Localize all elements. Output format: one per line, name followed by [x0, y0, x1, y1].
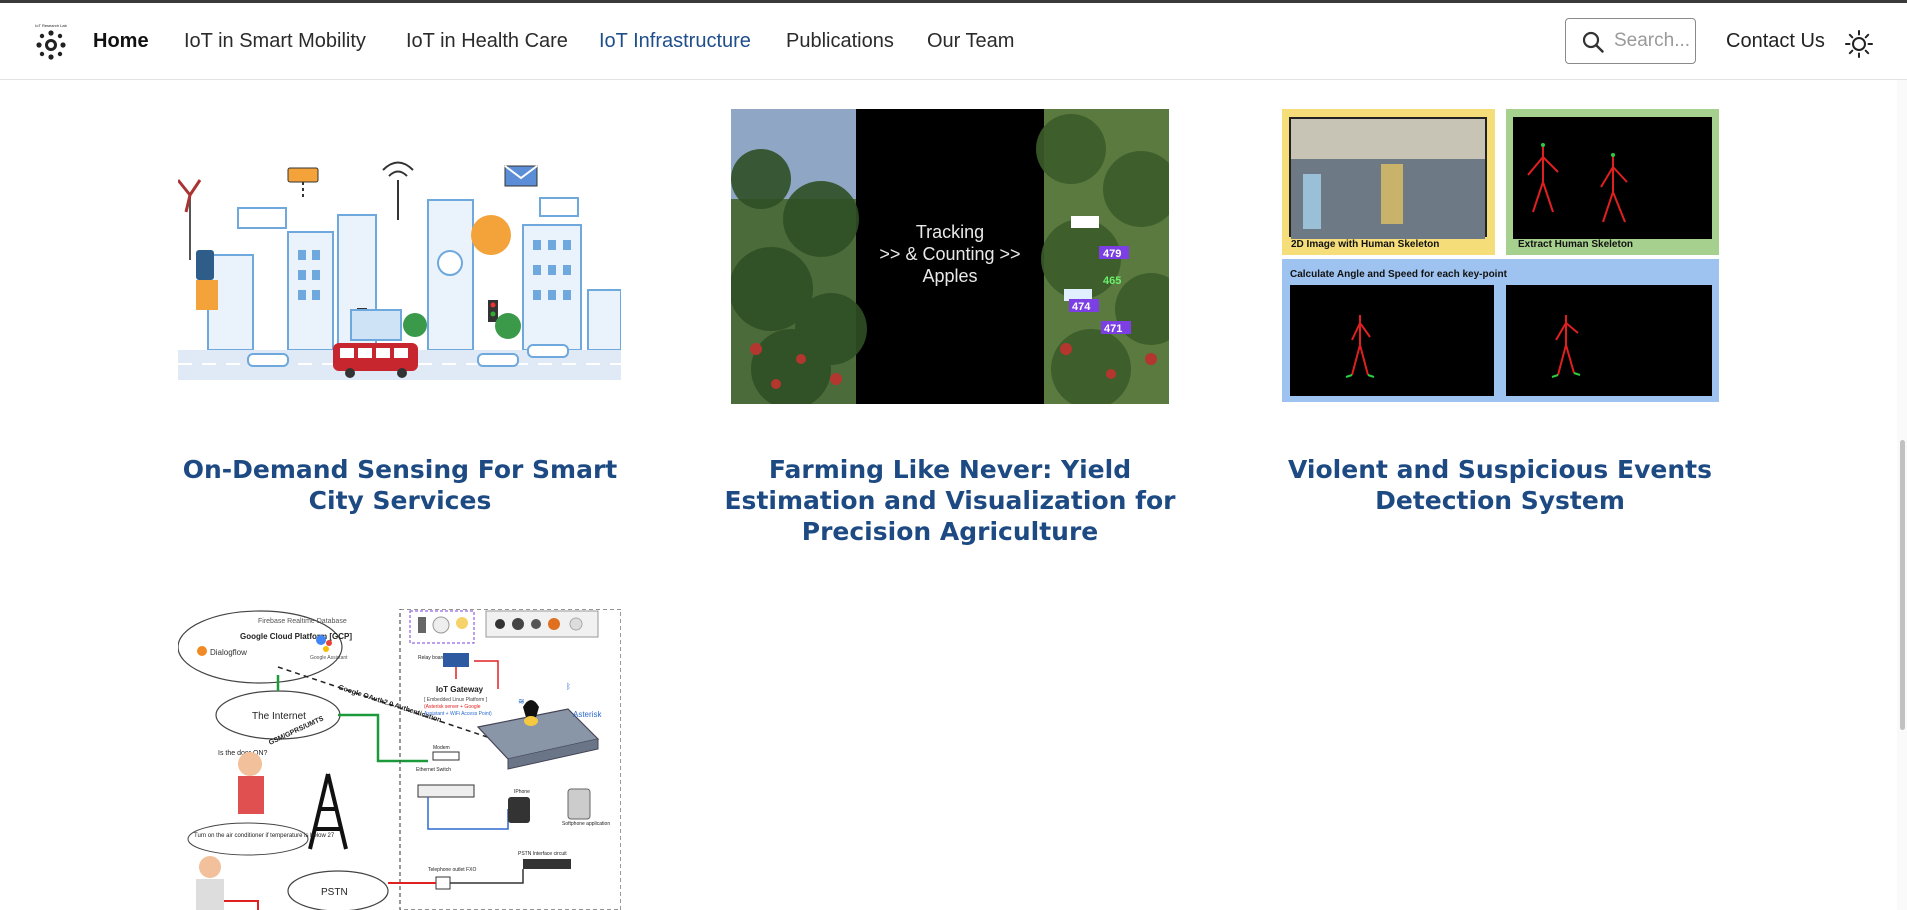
caption-counting: & Counting	[905, 244, 995, 264]
dg-pstn-interface: PSTN Interface circuit	[518, 851, 567, 857]
nav-iot-infrastructure[interactable]: IoT Infrastructure	[599, 30, 751, 53]
dg-gateway-blue: Assistant + WiFi Access Point)	[424, 711, 492, 717]
dg-gateway-red: (Asterisk server + Google	[424, 704, 481, 710]
track-label-479: 479	[1103, 248, 1121, 260]
dg-assistant: Google Assistant	[310, 655, 348, 661]
dg-bluetooth-icon: ᛒ	[566, 682, 571, 691]
card-title-farming[interactable]: Farming Like Never: Yield Estimation and…	[710, 454, 1190, 547]
nav-publications[interactable]: Publications	[786, 30, 894, 53]
search-icon	[1582, 31, 1604, 53]
dg-telephone: Telephone outlet FXO	[428, 867, 476, 873]
track-label-474: 474	[1072, 301, 1091, 313]
nav-our-team[interactable]: Our Team	[927, 30, 1014, 53]
dg-softphone: Softphone application	[562, 821, 610, 827]
human-skeleton-pipeline[interactable]: 2D Image with Human Skeleton Extract Hum…	[1282, 109, 1719, 402]
smart-city-illustration[interactable]	[178, 140, 621, 380]
panel-label-2d: 2D Image with Human Skeleton	[1291, 239, 1440, 250]
card-title-smart-city[interactable]: On-Demand Sensing For Smart City Service…	[160, 454, 640, 516]
dg-pstn: PSTN	[321, 887, 348, 898]
scrollbar-thumb[interactable]	[1900, 440, 1905, 730]
panel-label-extract: Extract Human Skeleton	[1518, 239, 1634, 250]
nav-health-care[interactable]: IoT in Health Care	[406, 30, 568, 53]
track-label-465: 465	[1103, 275, 1121, 287]
dg-iphone: IPhone	[514, 789, 530, 795]
search-input[interactable]	[1614, 29, 1692, 53]
caption-arrow-left: >>	[879, 244, 901, 264]
logo-text: IoT Research Lab	[35, 23, 67, 28]
panel-angle-speed: Calculate Angle and Speed for each key-p…	[1282, 259, 1719, 402]
dg-relay: Relay board	[418, 655, 445, 661]
dg-switch: Ethernet Switch	[416, 767, 451, 773]
navbar: IoT Research Lab Home IoT in Smart Mobil…	[0, 3, 1907, 80]
card-title-violent-events[interactable]: Violent and Suspicious Events Detection …	[1260, 454, 1740, 516]
iot-gateway-architecture-diagram[interactable]: Firebase Realtime Database Google Cloud …	[178, 609, 621, 910]
dg-firebase: Firebase Realtime Database	[258, 618, 347, 625]
nav-smart-mobility[interactable]: IoT in Smart Mobility	[184, 30, 366, 53]
caption-line-2: >> & Counting >>	[856, 243, 1044, 265]
nav-home[interactable]: Home	[93, 30, 149, 53]
dg-wifi-label: ≋	[518, 697, 525, 706]
search-box[interactable]	[1565, 18, 1696, 64]
apple-tracking-image[interactable]: 479 474 471 465 Tracking >> & Counting >…	[731, 109, 1169, 404]
logo-icon[interactable]: IoT Research Lab	[30, 21, 72, 63]
panel-extract-skeleton: Extract Human Skeleton	[1506, 109, 1719, 255]
apple-tracking-caption: Tracking >> & Counting >> Apples	[856, 221, 1044, 287]
caption-line-1: Tracking	[915, 222, 985, 242]
caption-line-3: Apples	[922, 266, 978, 286]
dg-gateway: IoT Gateway	[436, 685, 484, 694]
dg-asterisk: Asterisk	[573, 710, 602, 719]
dg-internet: The Internet	[252, 711, 306, 722]
dg-modem: Modem	[433, 745, 450, 751]
dg-gateway-sub: [ Embedded Linux Platform ]	[424, 697, 488, 703]
caption-arrow-right: >>	[999, 244, 1021, 264]
panel-2d-image: 2D Image with Human Skeleton	[1282, 109, 1495, 255]
dg-dialogflow: Dialogflow	[210, 648, 247, 657]
dg-gcp: Google Cloud Platform [GCP]	[240, 632, 352, 641]
track-label-471: 471	[1104, 323, 1122, 335]
dg-question2: Turn on the air conditioner if temperatu…	[194, 833, 335, 839]
contact-us-link[interactable]: Contact Us	[1726, 30, 1825, 53]
panel-label-angle: Calculate Angle and Speed for each key-p…	[1290, 269, 1507, 280]
sun-icon[interactable]	[1844, 29, 1874, 59]
